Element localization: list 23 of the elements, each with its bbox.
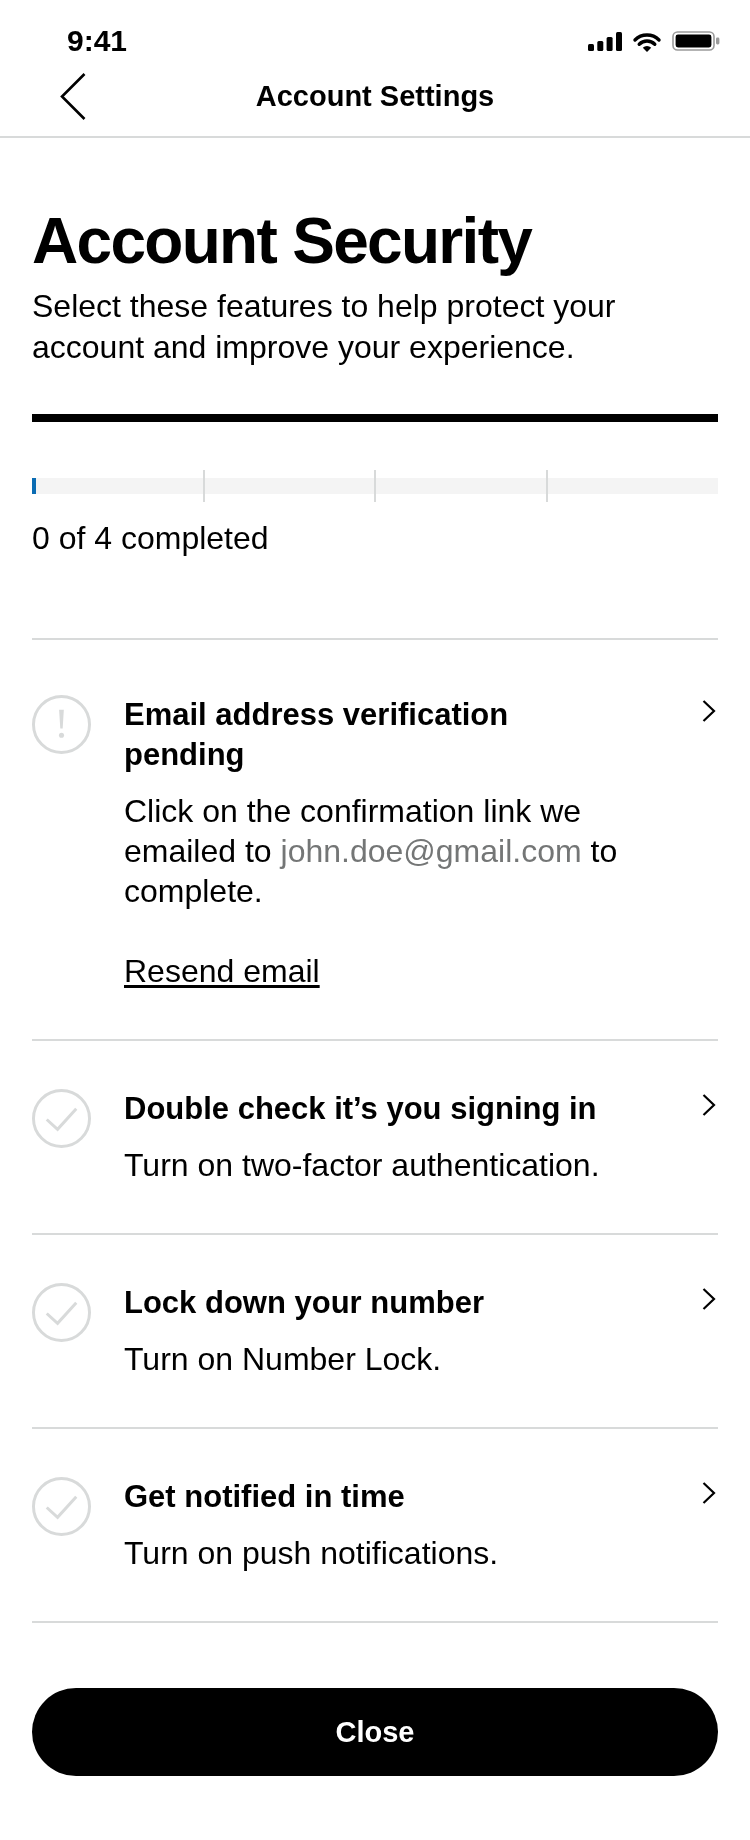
battery-icon [672, 31, 720, 51]
chevron-right-icon[interactable] [702, 1094, 716, 1116]
task-title: Double check it’s you signing in [124, 1090, 597, 1128]
chevron-right-icon[interactable] [702, 1482, 716, 1504]
close-button[interactable]: Close [32, 1688, 718, 1776]
task-description: Click on the confirmation link we emailed to john.doe@gmail.com to complete. [124, 792, 619, 911]
task-title: Email address verification pending [124, 696, 510, 774]
task-description: Turn on push notifications. [124, 1534, 499, 1573]
chevron-left-icon[interactable] [60, 72, 86, 120]
signal-icon [588, 31, 622, 51]
action-link[interactable]: Resend email [124, 951, 320, 991]
nav-title: Account Settings [255, 79, 495, 114]
task-title: Lock down your number [124, 1284, 484, 1322]
task-description: Turn on Number Lock. [124, 1340, 442, 1379]
page-heading: Account Security [32, 205, 534, 277]
progress-label: 0 of 4 completed [32, 519, 270, 558]
task-description: Turn on two-factor authentication. [124, 1146, 600, 1185]
task-title: Get notified in time [124, 1478, 405, 1516]
chevron-right-icon[interactable] [702, 1288, 716, 1310]
status-time: 9:41 [67, 26, 128, 56]
chevron-right-icon[interactable] [702, 700, 716, 722]
page-subtitle: Select these features to help protect your account and improve your experience. [32, 287, 617, 367]
wifi-icon [632, 30, 662, 52]
